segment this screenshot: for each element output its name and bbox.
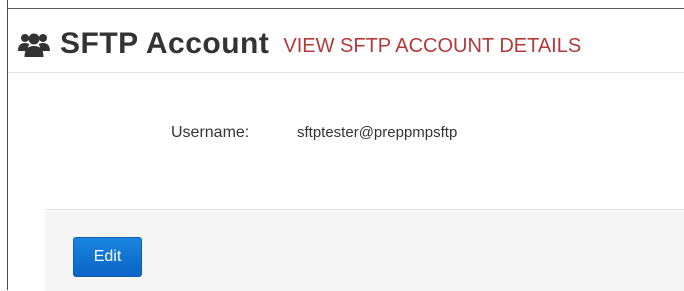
left-border — [7, 0, 8, 290]
page-subtitle: VIEW SFTP ACCOUNT DETAILS — [283, 34, 582, 57]
top-border — [7, 8, 684, 9]
page-header: SFTP Account VIEW SFTP ACCOUNT DETAILS — [18, 24, 581, 64]
header-divider — [8, 72, 684, 73]
username-value: sftptester@preppmpsftp — [297, 124, 458, 141]
page-frame: SFTP Account VIEW SFTP ACCOUNT DETAILS U… — [0, 0, 684, 291]
users-group-icon — [18, 30, 50, 58]
username-row: Username: sftptester@preppmpsftp — [171, 124, 457, 142]
page-title: SFTP Account — [60, 27, 270, 60]
actions-panel: Edit — [45, 209, 684, 291]
username-label: Username: — [171, 124, 250, 141]
edit-button[interactable]: Edit — [73, 237, 142, 277]
